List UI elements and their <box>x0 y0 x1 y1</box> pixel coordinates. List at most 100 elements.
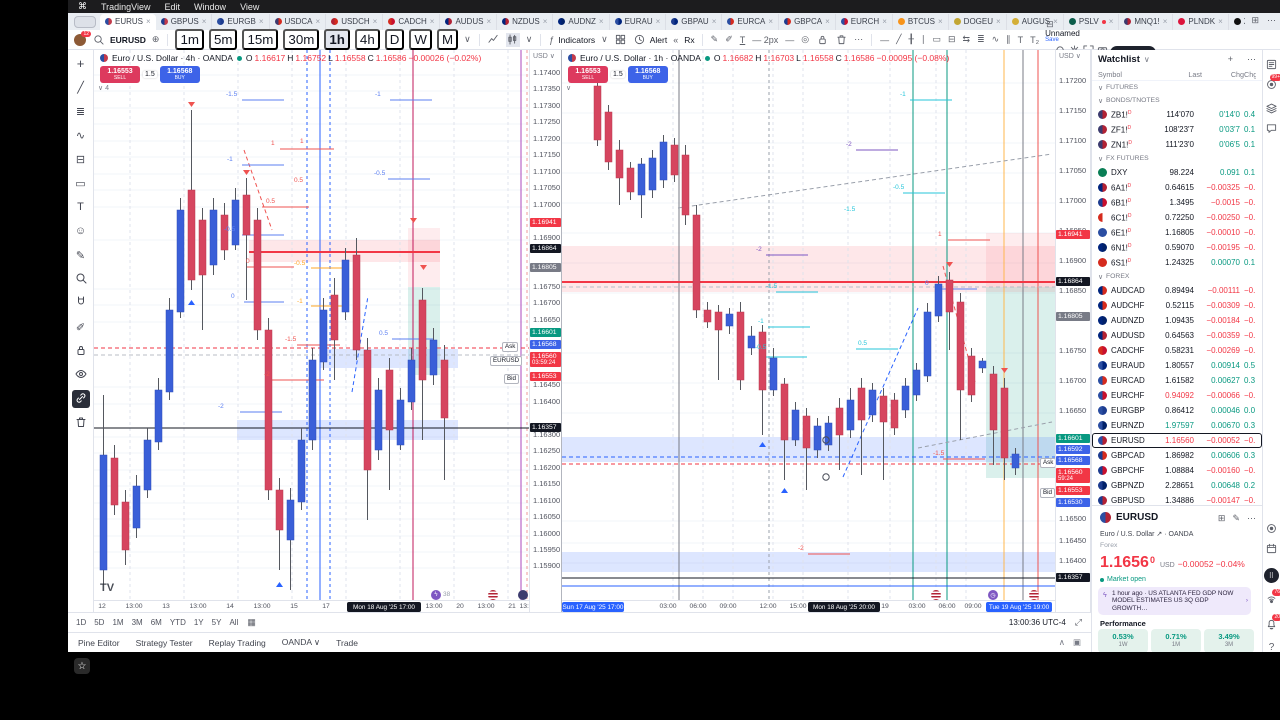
symbol-tab-audnz[interactable]: AUDNZ × <box>553 13 610 30</box>
help-icon[interactable]: ? <box>1264 640 1279 652</box>
tab-close-icon[interactable]: × <box>316 17 321 26</box>
tab-close-icon[interactable]: × <box>146 17 151 26</box>
hide-all-drawings-icon[interactable] <box>72 366 90 384</box>
footer-tab-trade[interactable]: Trade <box>336 638 358 648</box>
mini-tool-10[interactable]: T <box>1017 35 1025 45</box>
sell-button[interactable]: 1.16553 SELL <box>568 66 608 83</box>
watchlist-row-audcad[interactable]: AUDCAD 0.89494 −0.00111 −0. <box>1092 283 1262 298</box>
grid-layout-icon[interactable] <box>614 33 628 47</box>
save-label[interactable]: Save <box>1045 37 1059 44</box>
time-axis[interactable]: 03:00 06:00 09:00 12:00 15:00 19 03:00 06:00 09:… <box>562 600 1055 612</box>
price-chart[interactable]: -1.5 -1 -0.5 0 -2 -1 -0.5 0.5 1 1 0.5 0.5 0 -1.5 -2 -0.… <box>94 50 530 600</box>
delete-tool-icon[interactable] <box>834 33 848 47</box>
style-caret-icon[interactable]: ∨ <box>525 34 534 45</box>
rectangle-icon[interactable]: ▭ <box>72 174 90 192</box>
watchlist-row-cadchf[interactable]: CADCHF 0.58231 −0.00269 −0. <box>1092 343 1262 358</box>
replay-rewind-icon[interactable]: « <box>672 35 679 45</box>
menu-item-edit[interactable]: Edit <box>165 2 181 12</box>
axis-currency-label[interactable]: USD ∨ <box>533 52 555 60</box>
watchlist-row-audnzd[interactable]: AUDNZD 1.09435 −0.00184 −0. <box>1092 313 1262 328</box>
flag-event-icon[interactable] <box>1029 590 1039 600</box>
collapse-panel-icon[interactable]: ∧ <box>1059 637 1065 648</box>
chart-pane-4h[interactable]: -1.5 -1 -0.5 0 -2 -1 -0.5 0.5 1 1 0.5 0.5 0 -1.5 -2 -0.… <box>94 50 530 612</box>
watchlist-caret-icon[interactable]: ∨ <box>1144 55 1150 64</box>
watchlist-row-gbpcad[interactable]: GBPCAD 1.86982 0.00606 0.3 <box>1092 448 1262 463</box>
range-ytd[interactable]: YTD <box>170 618 186 627</box>
symbol-tab-cadch[interactable]: CADCH × <box>383 13 441 30</box>
draw-pencil-icon[interactable]: ✎ <box>710 34 720 45</box>
watchlist-row-zn1![interactable]: ZN1!D 111'23'0 0'06'5 0.1 <box>1092 137 1262 152</box>
indicators-caret-icon[interactable]: ∨ <box>600 34 609 45</box>
footer-tab-replay[interactable]: Replay Trading <box>209 638 266 648</box>
tab-close-icon[interactable]: × <box>712 17 717 26</box>
tab-close-icon[interactable]: × <box>259 17 264 26</box>
symbol-tab-eurau[interactable]: EURAU × <box>610 13 667 30</box>
range-1d[interactable]: 1D <box>76 618 86 627</box>
symbol-tab-nzdus[interactable]: NZDUS × <box>497 13 554 30</box>
flash-event-icon[interactable]: ϟ <box>431 590 441 600</box>
mini-tool-11[interactable]: T₂ <box>1029 35 1040 45</box>
mini-tool-3[interactable]: ∣ <box>920 34 927 45</box>
emoji-tool-icon[interactable]: ☺ <box>72 222 90 240</box>
mini-tool-7[interactable]: ≣ <box>976 34 986 45</box>
interval-D[interactable]: D <box>384 29 405 50</box>
crosshair-icon[interactable]: + <box>72 54 90 72</box>
symbol-tab-btcus[interactable]: BTCUS × <box>893 13 949 30</box>
time-axis[interactable]: 12 13:00 13 13:00 14 13:00 15 17 13:00 20 13:00 21 1… <box>94 600 529 612</box>
watchlist-more-icon[interactable]: ⋯ <box>1247 54 1256 65</box>
live-streams-icon[interactable]: 76 <box>1264 589 1280 608</box>
symbol-tab-eurgb[interactable]: EURGB × <box>212 13 270 30</box>
watchlist-row-gbpnzd[interactable]: GBPNZD 2.28651 0.00648 0.2 <box>1092 478 1262 493</box>
desktop-star-button[interactable]: ☆ <box>74 658 90 674</box>
col-last[interactable]: Last <box>1158 70 1202 79</box>
interval-W[interactable]: W <box>409 29 432 50</box>
mini-tool-2[interactable]: ╂ <box>908 34 915 45</box>
tab-close-icon[interactable]: × <box>599 17 604 26</box>
watchlist-row-audchf[interactable]: AUDCHF 0.52115 −0.00309 −0. <box>1092 298 1262 313</box>
zoom-in-tool-icon[interactable] <box>72 270 90 288</box>
symbol-tab-plndk[interactable]: PLNDK × <box>1173 13 1229 30</box>
col-symbol[interactable]: Symbol <box>1098 70 1158 79</box>
interval-M[interactable]: M <box>436 29 459 50</box>
news-banner[interactable]: 1 hour ago · US ATLANTA FED GDP NOW MODE… <box>1098 587 1251 615</box>
streams-icon[interactable]: 99+ <box>1264 74 1280 93</box>
interval-1m[interactable]: 1m <box>175 29 204 50</box>
tab-close-icon[interactable]: × <box>486 17 491 26</box>
line-style-icon[interactable]: — <box>784 35 795 45</box>
symbol-tab-usdca[interactable]: USDCA × <box>270 13 327 30</box>
line-width-label[interactable]: — 2px <box>751 35 779 45</box>
mini-tool-1[interactable]: ╱ <box>895 34 902 45</box>
watchlist-row-6c1![interactable]: 6C1!D 0.72250 −0.00250 −0. <box>1092 210 1262 225</box>
footer-tab-strategy[interactable]: Strategy Tester <box>136 638 193 648</box>
layout-windows-icon[interactable]: ⊞ <box>1251 15 1259 26</box>
section-bonds-tnotes[interactable]: ∨ BONDS/TNOTES <box>1092 94 1262 107</box>
tabbar-more-icon[interactable]: ⋯ <box>1267 15 1276 26</box>
pattern-xabcd-icon[interactable]: ∿ <box>72 126 90 144</box>
tab-close-icon[interactable]: × <box>202 17 207 26</box>
watchlist-row-eurchf[interactable]: EURCHF 0.94092 −0.00066 −0. <box>1092 388 1262 403</box>
trend-line-icon[interactable]: ╱ <box>72 78 90 96</box>
interval-4h[interactable]: 4h <box>354 29 380 50</box>
symbol-tab-eurch[interactable]: EURCH × <box>836 13 893 30</box>
watchlist-row-zb1![interactable]: ZB1!D 114'070 0'14'0 0.4 <box>1092 107 1262 122</box>
magnet-tool-icon[interactable] <box>72 294 90 312</box>
watchlist-row-dxy[interactable]: DXY 98.224 0.091 0.1 <box>1092 165 1262 180</box>
compose-icon[interactable]: ✎ <box>1232 513 1240 524</box>
long-short-position-icon[interactable]: ⊟ <box>72 150 90 168</box>
tab-close-icon[interactable]: × <box>1218 17 1223 26</box>
tab-close-icon[interactable]: × <box>768 17 773 26</box>
dot-event-icon[interactable] <box>518 590 528 600</box>
tab-close-icon[interactable]: × <box>1163 17 1168 26</box>
watchlist-row-euraud[interactable]: EURAUD 1.80557 0.00914 0.5 <box>1092 358 1262 373</box>
lock-all-drawings-icon[interactable] <box>72 342 90 360</box>
watchlist-row-6n1![interactable]: 6N1!D 0.59070 −0.00195 −0. <box>1092 240 1262 255</box>
drawing-mode-icon[interactable]: ✐ <box>72 318 90 336</box>
range-1m[interactable]: 1M <box>112 618 123 627</box>
chart-style-line-icon[interactable] <box>487 33 501 47</box>
range-5d[interactable]: 5D <box>94 618 104 627</box>
chat-icon[interactable] <box>1264 122 1279 137</box>
price-axis-1h[interactable]: USD ∨ 1.17200 1.17150 1.17100 1.17050 1.17000… <box>1056 50 1091 612</box>
range-3m[interactable]: 3M <box>132 618 143 627</box>
clock-event-icon[interactable]: ◷ <box>988 590 998 600</box>
apple-menu-icon[interactable]: ⌘ <box>78 1 87 12</box>
